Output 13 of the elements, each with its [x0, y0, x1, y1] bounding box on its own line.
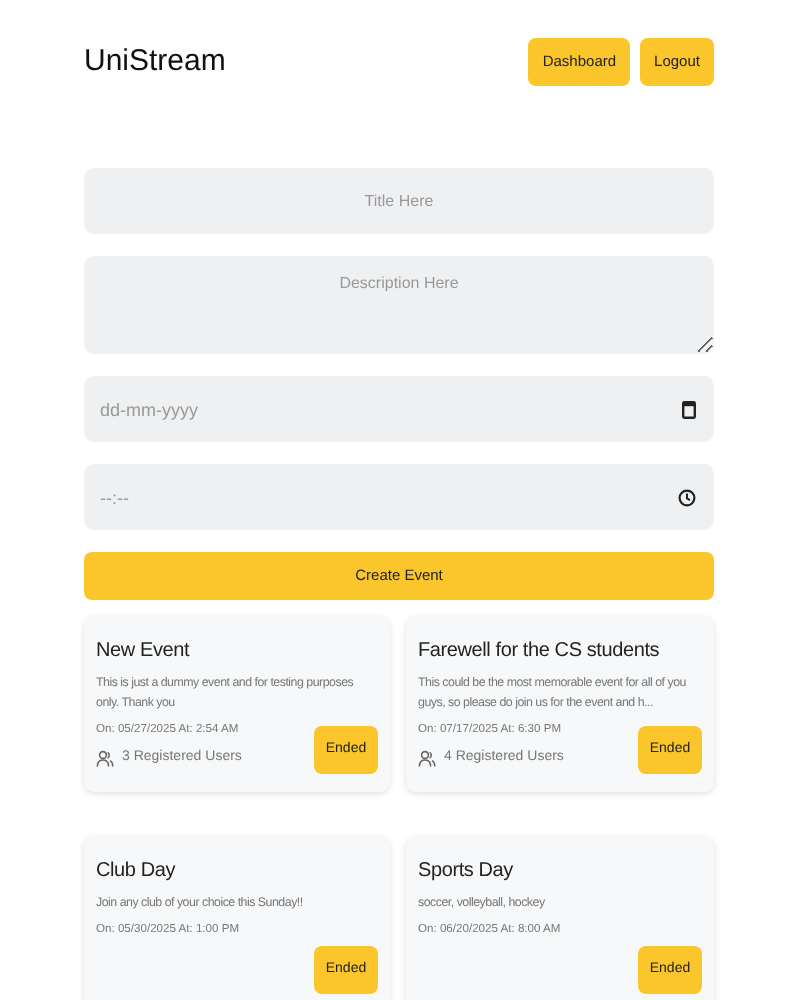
time-field[interactable]: --:--	[84, 464, 714, 530]
event-title: New Event	[96, 638, 192, 666]
description-field[interactable]: Description Here	[84, 256, 714, 354]
event-title: Farewell for the CS students	[418, 638, 662, 666]
users-icon	[96, 749, 114, 768]
calendar-icon[interactable]	[682, 400, 696, 418]
event-title: Sports Day	[418, 858, 515, 886]
title-field[interactable]: Title Here	[84, 168, 714, 234]
clock-icon[interactable]	[678, 488, 696, 506]
date-field[interactable]: dd-mm-yyyy	[84, 376, 714, 442]
users-icon	[418, 749, 436, 768]
event-title: Club Day	[96, 858, 178, 886]
brand-title: UniStream	[84, 41, 226, 82]
